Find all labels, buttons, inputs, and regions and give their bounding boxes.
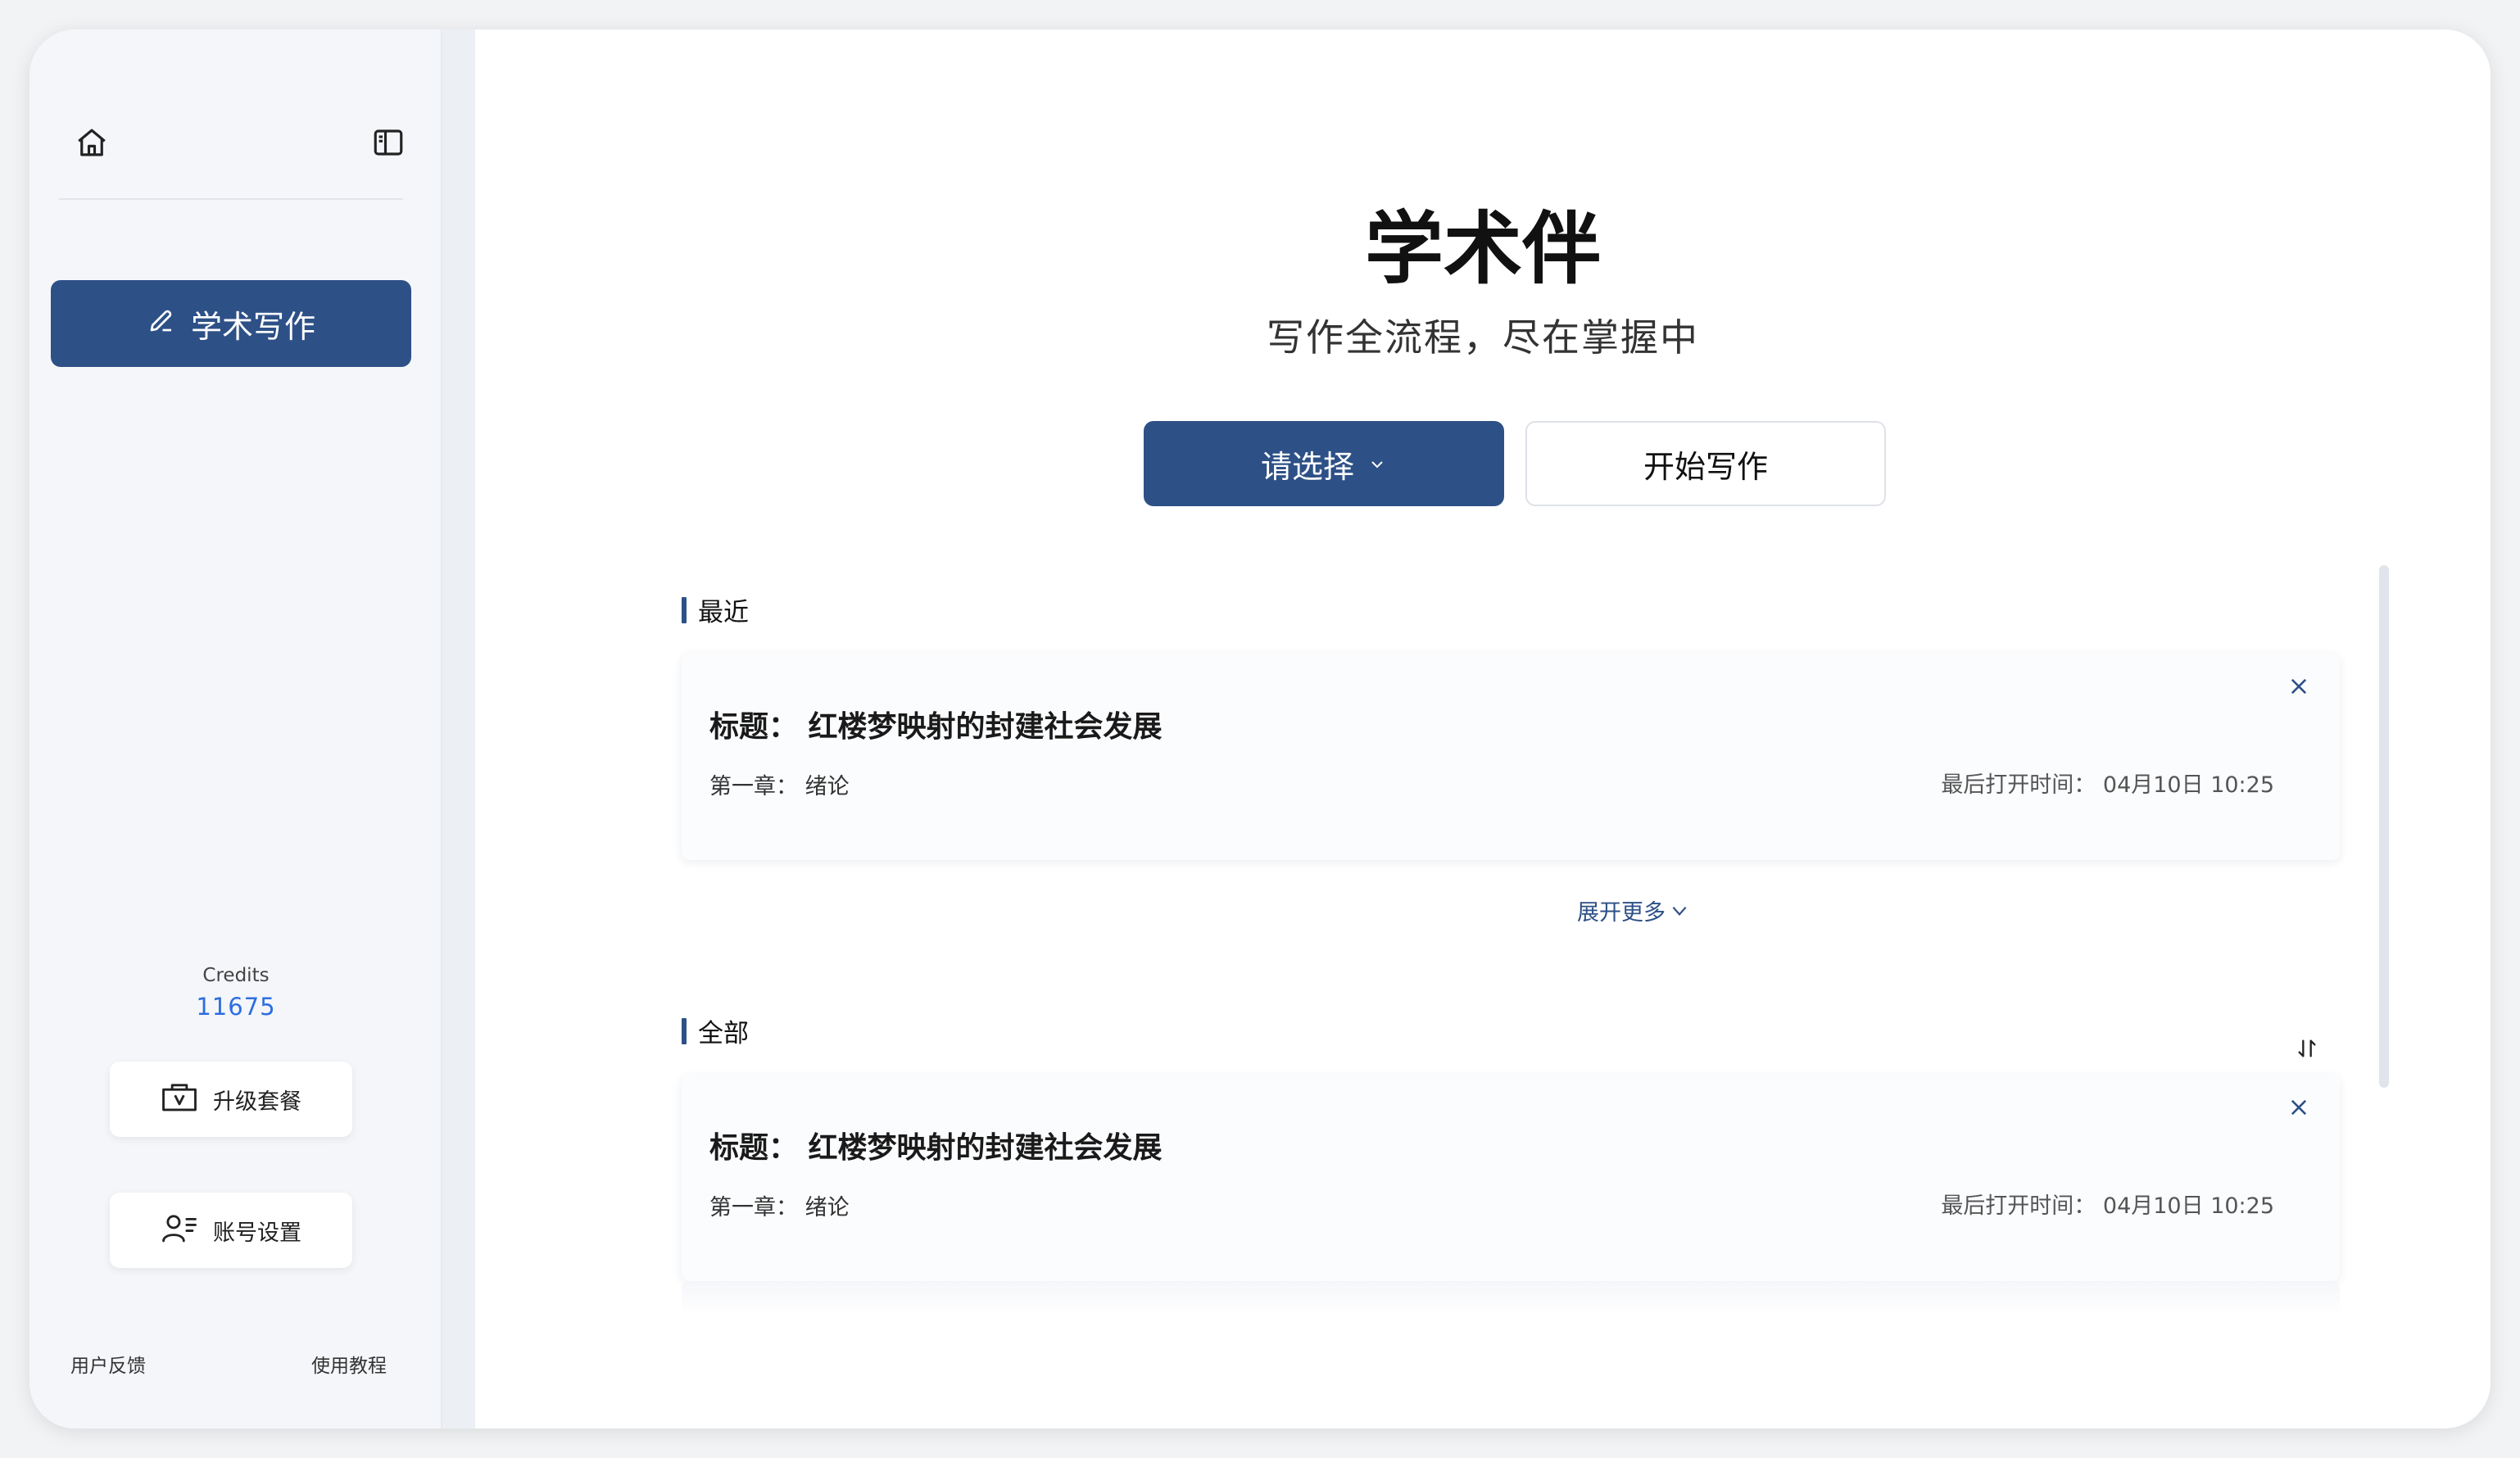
- pencil-icon: [147, 306, 176, 342]
- chevron-down-icon: [1367, 446, 1387, 482]
- all-section-header: 全部: [682, 1012, 749, 1049]
- sidebar-item-academic-writing[interactable]: 学术写作: [51, 280, 411, 367]
- all-section-label: 全部: [698, 1019, 749, 1048]
- start-writing-button[interactable]: 开始写作: [1525, 421, 1886, 506]
- sort-icon[interactable]: [2291, 1032, 2323, 1065]
- main-content: 学术伴 写作全流程，尽在掌握中 请选择 开始写作 最近 标题： 红楼梦映射的封建…: [475, 29, 2491, 1429]
- sidebar-item-label: 学术写作: [190, 308, 315, 345]
- select-label: 请选择: [1260, 448, 1354, 485]
- next-card-peek: [682, 1281, 2340, 1314]
- upgrade-plan-label: 升级套餐: [213, 1089, 301, 1115]
- upgrade-package-icon: [161, 1080, 198, 1119]
- document-title: 标题： 红楼梦映射的封建社会发展: [709, 1131, 1163, 1165]
- user-settings-icon: [161, 1211, 198, 1250]
- chevron-down-icon: [1672, 906, 1687, 916]
- document-last-opened: 最后打开时间： 04月10日 10:25: [1941, 1193, 2274, 1219]
- account-settings-button[interactable]: 账号设置: [110, 1193, 352, 1268]
- document-chapter: 第一章： 绪论: [709, 1195, 850, 1220]
- home-icon[interactable]: [69, 120, 115, 165]
- section-accent-bar: [682, 1017, 687, 1044]
- type-select-dropdown[interactable]: 请选择: [1144, 421, 1504, 506]
- close-icon[interactable]: [2282, 670, 2315, 703]
- expand-more-link[interactable]: 展开更多: [475, 894, 2491, 926]
- all-document-card[interactable]: 标题： 红楼梦映射的封建社会发展 第一章： 绪论 最后打开时间： 04月10日 …: [682, 1075, 2340, 1281]
- recent-section-label: 最近: [698, 598, 749, 627]
- section-accent-bar: [682, 596, 687, 623]
- page-subtitle: 写作全流程，尽在掌握中: [1267, 315, 1699, 360]
- tutorial-link[interactable]: 使用教程: [311, 1350, 387, 1378]
- sidebar-divider: [59, 198, 403, 200]
- sidebar: 学术写作 Credits 11675 升级套餐 账号设置 用户反馈 使用教程: [29, 29, 442, 1429]
- expand-more-label: 展开更多: [1577, 900, 1666, 926]
- credits-label: Credits: [202, 965, 270, 986]
- upgrade-plan-button[interactable]: 升级套餐: [110, 1062, 352, 1137]
- feedback-link[interactable]: 用户反馈: [70, 1350, 146, 1378]
- close-icon[interactable]: [2282, 1091, 2315, 1124]
- account-settings-label: 账号设置: [213, 1220, 301, 1246]
- sidebar-toggle-icon[interactable]: [365, 120, 411, 165]
- credits-panel: Credits 11675: [29, 965, 442, 1021]
- recent-document-card[interactable]: 标题： 红楼梦映射的封建社会发展 第一章： 绪论 最后打开时间： 04月10日 …: [682, 654, 2340, 860]
- document-last-opened: 最后打开时间： 04月10日 10:25: [1941, 772, 2274, 798]
- page-title: 学术伴: [1365, 203, 1601, 295]
- sidebar-gutter: [442, 29, 475, 1429]
- document-title: 标题： 红楼梦映射的封建社会发展: [709, 710, 1163, 744]
- document-chapter: 第一章： 绪论: [709, 774, 850, 799]
- credits-value: 11675: [196, 993, 276, 1021]
- app-window: 学术写作 Credits 11675 升级套餐 账号设置 用户反馈 使用教程 学…: [29, 29, 2491, 1429]
- recent-section-header: 最近: [682, 591, 749, 628]
- list-scrollbar[interactable]: [2379, 565, 2389, 1088]
